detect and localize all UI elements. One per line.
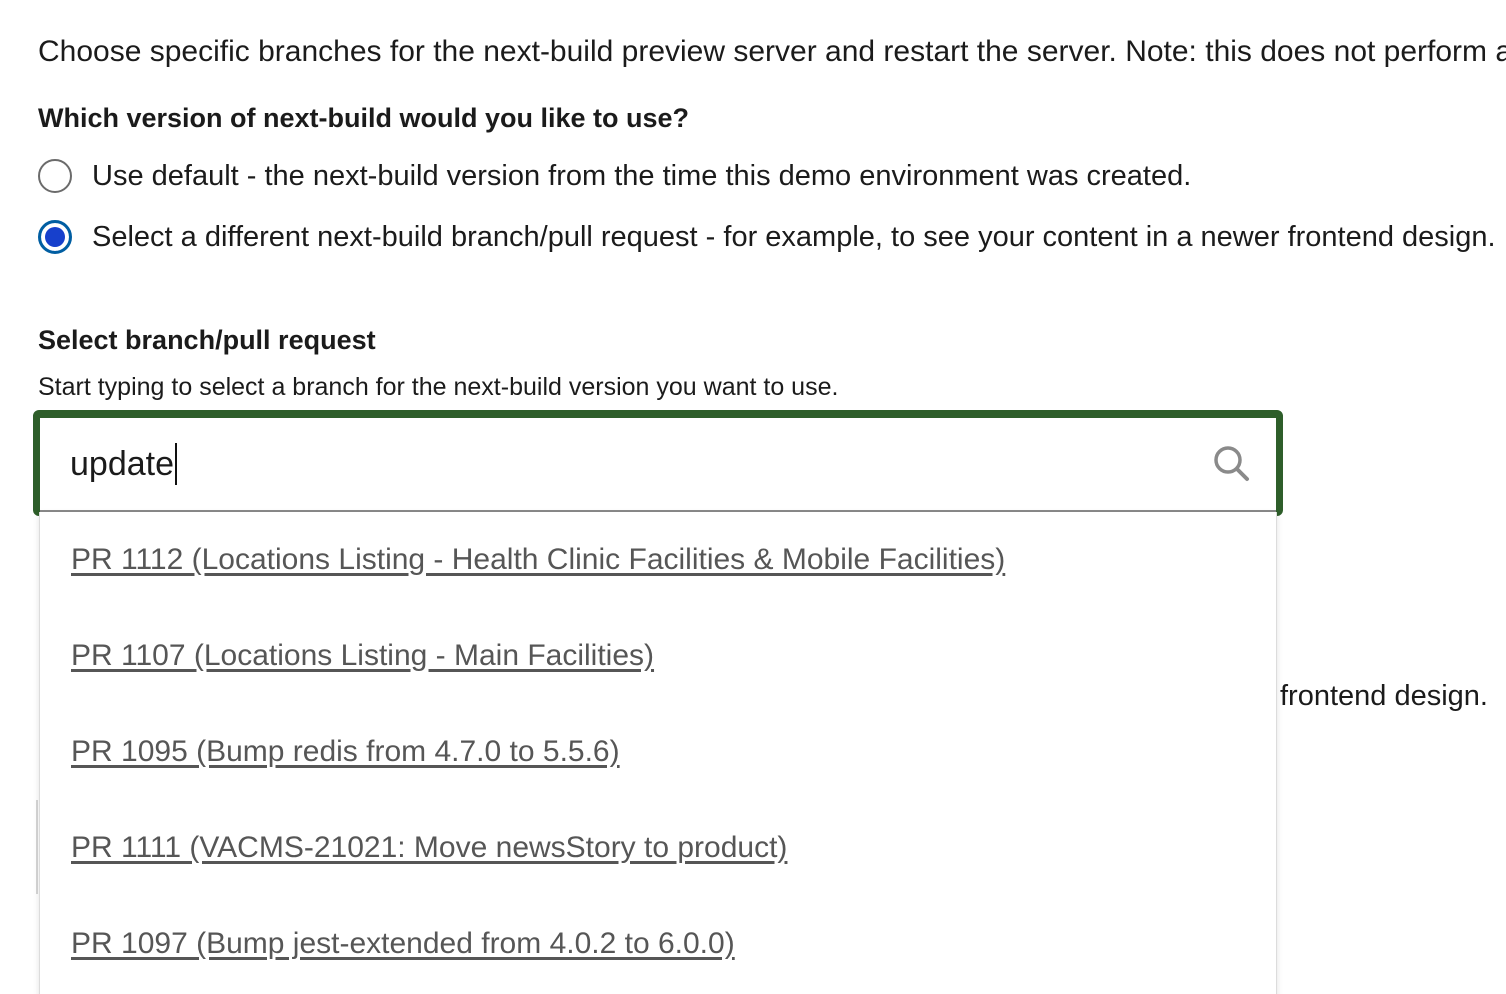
radio-different-branch-label[interactable]: Select a different next-build branch/pul…: [92, 217, 1496, 257]
radio-different-branch-button[interactable]: [38, 220, 72, 254]
version-question-label: Which version of next-build would you li…: [38, 103, 690, 133]
intro-text: Choose specific branches for the next-bu…: [38, 35, 1506, 68]
radio-default-button[interactable]: [38, 159, 72, 193]
radio-option-default[interactable]: Use default - the next-build version fro…: [38, 156, 1191, 196]
branch-suggestions-dropdown: PR 1112 (Locations Listing - Health Clin…: [39, 512, 1277, 994]
dropdown-option[interactable]: PR 1095 (Bump redis from 4.7.0 to 5.5.6): [71, 730, 620, 774]
dropdown-option[interactable]: PR 1107 (Locations Listing - Main Facili…: [71, 634, 654, 678]
text-caret: [175, 443, 177, 485]
branch-select-hint: Start typing to select a branch for the …: [38, 373, 839, 401]
obscured-text-fragment: frontend design.: [1280, 680, 1488, 712]
branch-select-label: Select branch/pull request: [38, 325, 376, 355]
dropdown-option[interactable]: PR 1111 (VACMS-21021: Move newsStory to …: [71, 826, 787, 870]
branch-search-input-value[interactable]: update: [70, 445, 174, 484]
branch-search-input[interactable]: update: [40, 418, 1276, 512]
search-icon[interactable]: [1212, 444, 1252, 484]
radio-option-different-branch[interactable]: Select a different next-build branch/pul…: [38, 217, 1496, 257]
dropdown-option[interactable]: PR 1097 (Bump jest-extended from 4.0.2 t…: [71, 922, 735, 966]
obscured-field-edge: [36, 800, 38, 894]
dropdown-option[interactable]: PR 1112 (Locations Listing - Health Clin…: [71, 538, 1005, 582]
radio-default-label[interactable]: Use default - the next-build version fro…: [92, 156, 1191, 196]
